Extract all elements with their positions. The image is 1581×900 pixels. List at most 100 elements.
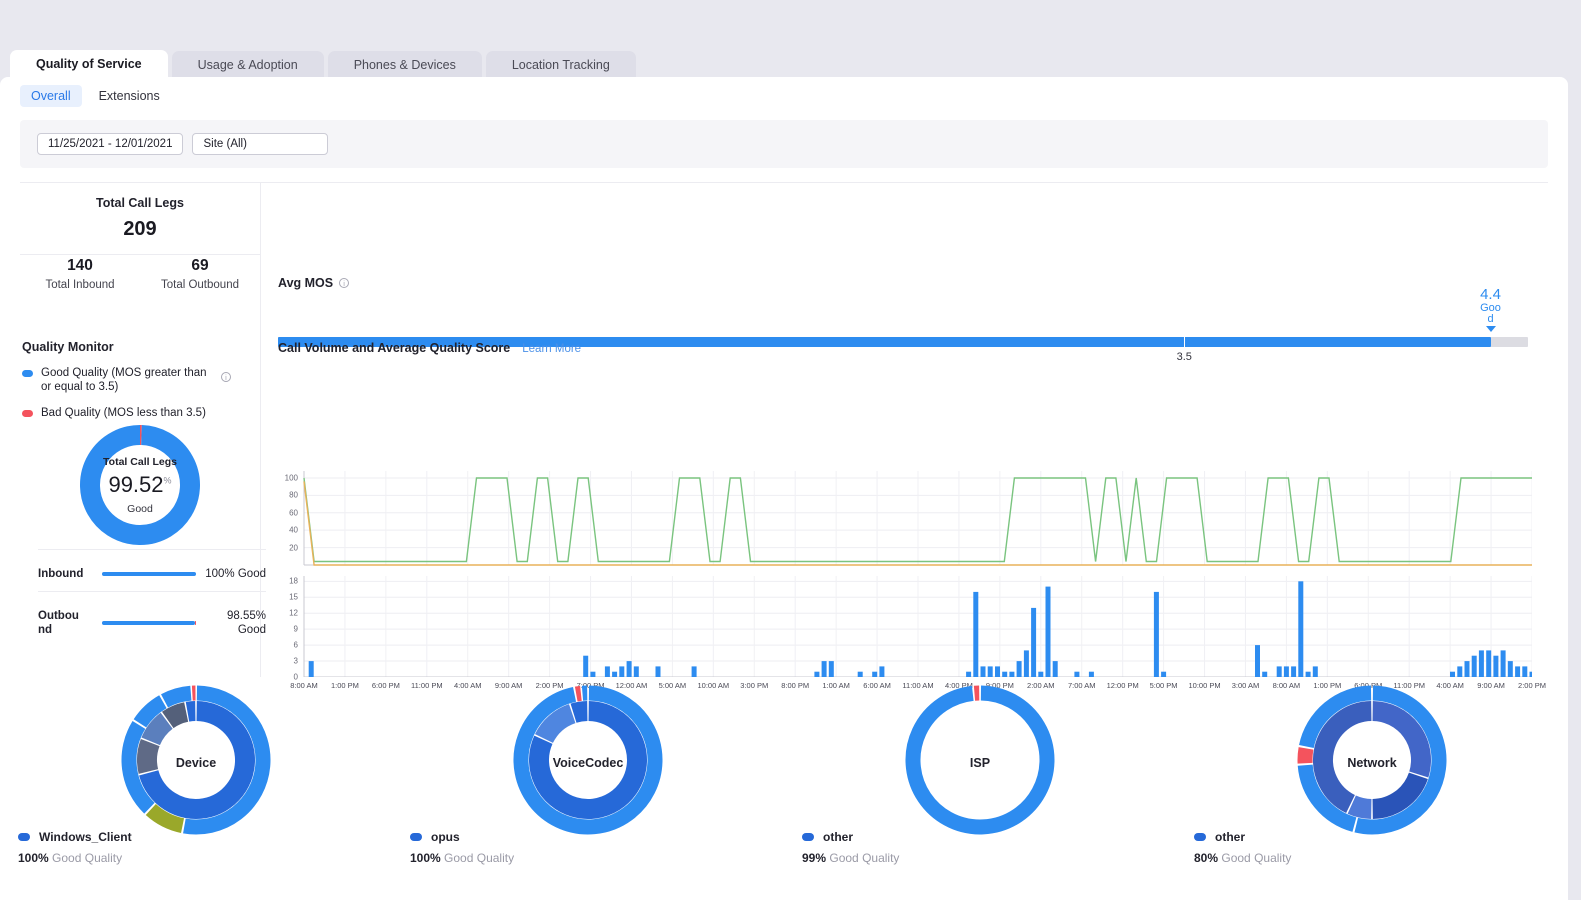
bar	[1508, 661, 1513, 677]
bar	[1515, 666, 1520, 677]
tab-location-tracking[interactable]: Location Tracking	[486, 51, 636, 78]
y-axis-tick-label: 15	[278, 593, 298, 602]
bar	[1277, 666, 1282, 677]
donut-legend-name: Windows_Client	[39, 830, 132, 844]
donut-center-label: Network	[1176, 685, 1568, 840]
inbound-outbound-stats: 140 Total Inbound 69 Total Outbound	[20, 257, 260, 291]
legend-label: Good Quality (MOS greater than or equal …	[41, 366, 219, 394]
bar	[1486, 650, 1491, 677]
y-axis-tick-label: 60	[278, 508, 298, 517]
bar	[1089, 672, 1094, 677]
quality-bar-row: Inbound100% Good	[38, 567, 266, 581]
bar	[1501, 650, 1506, 677]
donut-legend-pct: 80%	[1194, 851, 1218, 865]
donut-legend-name: other	[1215, 830, 1245, 844]
bar	[988, 666, 993, 677]
subtab-extensions[interactable]: Extensions	[88, 85, 171, 107]
call-volume-charts: Call Volume and Average Quality Score Le…	[260, 327, 1548, 677]
total-inbound-label: Total Inbound	[20, 279, 140, 291]
donut-legend: other	[802, 830, 853, 844]
donut-center-sub: Good	[127, 503, 153, 515]
bar	[995, 666, 1000, 677]
bar	[1493, 656, 1498, 677]
bar	[634, 666, 639, 677]
info-icon[interactable]: i	[339, 278, 349, 288]
bar	[829, 661, 834, 677]
avg-mos-title: Avg MOS	[278, 276, 333, 290]
tab-quality-of-service[interactable]: Quality of Service	[10, 50, 168, 78]
date-range-filter[interactable]: 11/25/2021 - 12/01/2021	[37, 133, 183, 155]
bar	[1255, 645, 1260, 677]
bar	[1024, 650, 1029, 677]
bar	[656, 666, 661, 677]
total-outbound-stat: 69 Total Outbound	[140, 257, 260, 291]
bar	[1262, 672, 1267, 677]
donut-legend-quality: Good Quality	[52, 851, 122, 865]
total-call-legs-value: 209	[20, 218, 260, 241]
total-call-legs-card: Total Call Legs 209	[20, 182, 260, 241]
category-donut-network: Networkother 80% Good Quality	[1176, 685, 1568, 900]
bar	[1450, 672, 1455, 677]
legend-color-dot	[410, 833, 422, 841]
quality-monitor-legend: Good Quality (MOS greater than or equal …	[20, 366, 260, 420]
tab-phones-devices[interactable]: Phones & Devices	[328, 51, 482, 78]
bar	[1298, 581, 1303, 677]
bar	[605, 666, 610, 677]
bar	[1457, 666, 1462, 677]
legend-label: Bad Quality (MOS less than 3.5)	[41, 406, 219, 420]
total-call-legs-label: Total Call Legs	[20, 196, 260, 210]
donut-center-title: Total Call Legs	[103, 456, 177, 468]
bar	[1465, 661, 1470, 677]
quality-bar-track	[102, 621, 196, 625]
y-axis-tick-label: 18	[278, 577, 298, 586]
donut-legend: other	[1194, 830, 1245, 844]
donut-legend: opus	[410, 830, 460, 844]
bar	[1479, 650, 1484, 677]
learn-more-link[interactable]: Learn More	[522, 343, 581, 355]
divider	[38, 591, 266, 592]
bar	[612, 672, 617, 677]
donut-legend-sub: 80% Good Quality	[1194, 851, 1291, 865]
legend-color-dot	[18, 833, 30, 841]
y-axis-tick-label: 12	[278, 609, 298, 618]
category-donut-isp: ISPother 99% Good Quality	[784, 685, 1176, 900]
donut-legend: Windows_Client	[18, 830, 132, 844]
donut-legend-quality: Good Quality	[1221, 851, 1291, 865]
y-axis-tick-label: 20	[278, 543, 298, 552]
quality-legend-item: Good Quality (MOS greater than or equal …	[20, 366, 260, 394]
summary-row: Total Call Legs 209 140 Total Inbound 69…	[0, 182, 1568, 327]
avg-mos-marker: 4.4 Good	[1468, 287, 1514, 332]
quality-monitor-title: Quality Monitor	[22, 340, 260, 354]
y-axis-tick-label: 3	[278, 657, 298, 666]
bar	[1472, 656, 1477, 677]
donut-legend-pct: 100%	[410, 851, 441, 865]
donut-legend-quality: Good Quality	[829, 851, 899, 865]
avg-mos-value: 4.4	[1468, 287, 1514, 303]
quality-donut: Total Call Legs 99.52% Good	[20, 424, 260, 546]
site-filter[interactable]: Site (All)	[192, 133, 328, 155]
donut-legend-pct: 99%	[802, 851, 826, 865]
donut-center-value: 99.52%	[108, 472, 171, 498]
bar	[879, 666, 884, 677]
category-donut-device: DeviceWindows_Client100% Good Quality	[0, 685, 392, 900]
bar	[1284, 666, 1289, 677]
subtab-overall[interactable]: Overall	[20, 85, 82, 107]
quality-bar-good-fill	[102, 572, 196, 576]
avg-mos-quality-label: Good	[1480, 303, 1502, 325]
y-axis-tick-label: 40	[278, 526, 298, 535]
quality-bar-row: Outbou nd98.55% Good	[38, 609, 266, 637]
bar	[1306, 672, 1311, 677]
donut-legend-sub: 100% Good Quality	[410, 851, 514, 865]
bar	[1530, 672, 1533, 677]
info-icon[interactable]: i	[221, 372, 231, 382]
quality-monitor-panel: Quality Monitor Good Quality (MOS greate…	[20, 327, 260, 677]
bar	[872, 672, 877, 677]
line-chart-svg	[278, 467, 1532, 567]
divider	[20, 254, 260, 255]
quality-bar-bad-fill	[195, 621, 196, 625]
bar	[1031, 608, 1036, 677]
tab-usage-adoption[interactable]: Usage & Adoption	[172, 51, 324, 78]
bar	[966, 672, 971, 677]
bar-chart-svg	[278, 572, 1532, 677]
donut-center-label: ISP	[784, 685, 1176, 840]
